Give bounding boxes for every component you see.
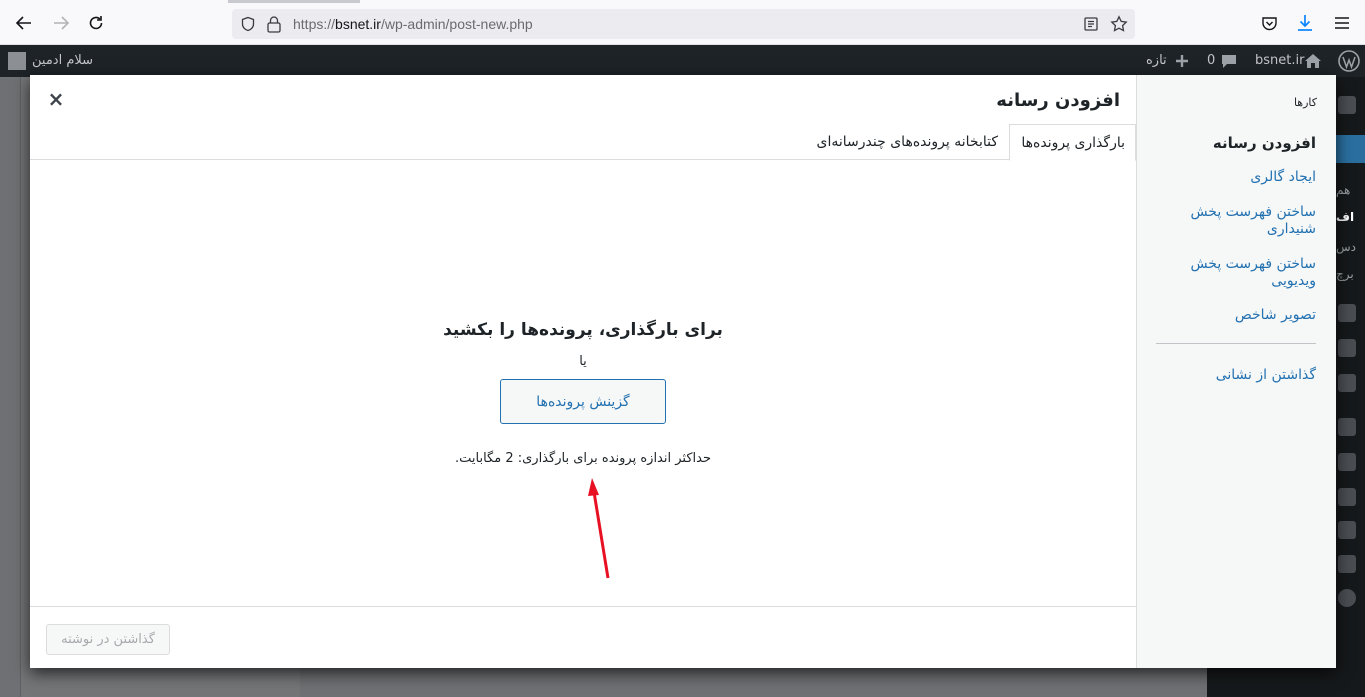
media-modal: کارها افزودن رسانه ایجاد گالری ساختن فهر… bbox=[30, 75, 1336, 668]
wp-admin-bar: سلام ادمین تازه 0 bsnet.ir bbox=[0, 45, 1365, 77]
appearance-icon[interactable] bbox=[1338, 418, 1356, 436]
sidebar-peek-text: هم bbox=[1336, 183, 1351, 197]
upload-drop-zone[interactable]: برای بارگذاری، پرونده‌ها را بکشید یا گزی… bbox=[30, 161, 1136, 606]
comments-icon[interactable] bbox=[1338, 374, 1356, 392]
plus-icon[interactable] bbox=[1175, 54, 1189, 68]
menu-item-insert-from-url[interactable]: گذاشتن از نشانی bbox=[1156, 367, 1316, 384]
lock-icon[interactable] bbox=[266, 15, 282, 33]
plugins-icon[interactable] bbox=[1338, 453, 1356, 471]
media-router-tabs: بارگذاری پرونده‌ها کتابخانه پرونده‌های چ… bbox=[30, 124, 1136, 161]
select-files-button[interactable]: گزینش پرونده‌ها bbox=[500, 379, 666, 424]
comments-count[interactable]: 0 bbox=[1207, 53, 1215, 68]
pages-icon[interactable] bbox=[1338, 339, 1356, 357]
tab-upload-files[interactable]: بارگذاری پرونده‌ها bbox=[1009, 124, 1136, 161]
media-icon[interactable] bbox=[1338, 304, 1356, 322]
pocket-icon[interactable] bbox=[1261, 15, 1278, 32]
settings-icon[interactable] bbox=[1338, 555, 1356, 573]
sidebar-peek-text: دس bbox=[1336, 240, 1356, 254]
collapse-menu-icon[interactable] bbox=[1338, 589, 1356, 607]
menu-item-featured-image[interactable]: تصویر شاخص bbox=[1156, 307, 1316, 324]
wordpress-logo-icon[interactable] bbox=[1338, 50, 1360, 72]
max-upload-size-text: حداکثر اندازه پرونده برای بارگذاری: 2 مگ… bbox=[454, 451, 711, 466]
url-prefix: https:// bbox=[293, 16, 336, 32]
hamburger-menu-icon[interactable] bbox=[1334, 16, 1350, 30]
posts-pin-icon[interactable] bbox=[1335, 135, 1365, 163]
modal-title: افزودن رسانه bbox=[996, 90, 1120, 111]
new-content-label[interactable]: تازه bbox=[1146, 53, 1167, 68]
active-tab-indicator bbox=[228, 0, 360, 3]
menu-item-video-playlist[interactable]: ساختن فهرست پخش ویدیویی bbox=[1156, 256, 1316, 290]
menu-heading: کارها bbox=[1293, 96, 1317, 109]
menu-item-audio-playlist[interactable]: ساختن فهرست پخش شنیداری bbox=[1156, 204, 1316, 238]
avatar[interactable] bbox=[8, 52, 26, 70]
shield-icon[interactable] bbox=[240, 16, 256, 32]
reload-icon[interactable] bbox=[85, 12, 107, 34]
url-bar[interactable]: https://bsnet.ir/wp-admin/post-new.php bbox=[232, 9, 1135, 39]
url-text[interactable]: https://bsnet.ir/wp-admin/post-new.php bbox=[293, 16, 533, 32]
home-icon[interactable] bbox=[1304, 53, 1322, 69]
url-path: /wp-admin/post-new.php bbox=[380, 16, 533, 32]
tab-media-library[interactable]: کتابخانه پرونده‌های چندرسانه‌ای bbox=[804, 124, 1008, 160]
menu-separator bbox=[1156, 343, 1316, 344]
menu-item-create-gallery[interactable]: ایجاد گالری bbox=[1156, 169, 1316, 186]
bookmark-star-icon[interactable] bbox=[1110, 15, 1128, 33]
reader-view-icon[interactable] bbox=[1083, 16, 1099, 32]
tools-icon[interactable] bbox=[1338, 521, 1356, 539]
comment-bubble-icon[interactable] bbox=[1221, 54, 1237, 69]
url-host: bsnet.ir bbox=[335, 16, 381, 32]
forward-arrow-icon[interactable] bbox=[50, 12, 72, 34]
media-menu: کارها افزودن رسانه ایجاد گالری ساختن فهر… bbox=[1136, 75, 1336, 668]
drop-instructions: برای بارگذاری، پرونده‌ها را بکشید bbox=[443, 320, 723, 340]
dashboard-icon[interactable] bbox=[1338, 96, 1356, 114]
menu-item-add-media[interactable]: افزودن رسانه bbox=[1156, 135, 1316, 152]
insert-into-post-button[interactable]: گذاشتن در نوشته bbox=[46, 624, 170, 655]
back-arrow-icon[interactable] bbox=[13, 12, 35, 34]
site-name-link[interactable]: bsnet.ir bbox=[1255, 53, 1304, 68]
browser-toolbar: https://bsnet.ir/wp-admin/post-new.php bbox=[0, 0, 1365, 45]
close-icon[interactable]: × bbox=[45, 87, 67, 111]
downloads-icon[interactable] bbox=[1296, 13, 1314, 33]
users-icon[interactable] bbox=[1338, 488, 1356, 506]
sidebar-peek-text: برچ bbox=[1336, 267, 1354, 281]
media-toolbar: گذاشتن در نوشته bbox=[30, 606, 1136, 668]
sidebar-peek-text: اف bbox=[1336, 210, 1355, 224]
admin-greeting[interactable]: سلام ادمین bbox=[32, 53, 93, 68]
or-separator: یا bbox=[579, 354, 587, 369]
